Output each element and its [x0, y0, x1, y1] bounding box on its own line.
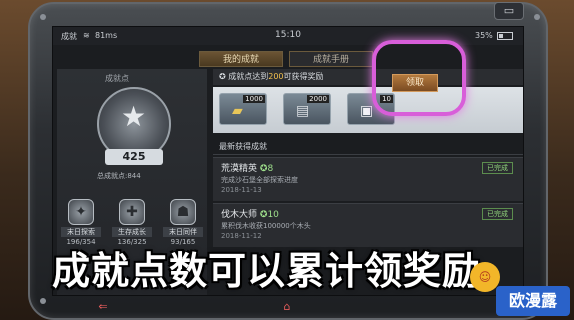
- screw-icon: [40, 298, 46, 304]
- reward-gold[interactable]: ▰ 1000: [219, 93, 267, 125]
- reward-cash[interactable]: ▤ 2000: [283, 93, 331, 125]
- achievement-name-line: 伐木大师 ✪10: [221, 207, 279, 220]
- reward-qty: 2000: [307, 95, 329, 103]
- reward-qty: 1000: [243, 95, 265, 103]
- screw-icon: [40, 14, 46, 20]
- battery-icon: [497, 32, 513, 40]
- status-latency: 81ms: [95, 31, 118, 40]
- status-time: 15:10: [275, 30, 301, 40]
- achievement-points: 10: [267, 210, 279, 220]
- points-score: 425: [105, 149, 163, 165]
- home-icon[interactable]: ⌂: [272, 300, 302, 314]
- achievement-name: 伐木大师: [221, 210, 258, 220]
- status-carrier: 成就: [61, 32, 77, 41]
- achievement-desc: 完成沙石堡全部探索进度: [221, 176, 298, 184]
- achievement-points: 8: [267, 164, 274, 174]
- achievement-date: 2018-11-12: [221, 232, 262, 240]
- people-icon: ☗: [170, 199, 196, 225]
- star-icon: ★: [121, 100, 147, 133]
- ticket-icon: ▣: [360, 103, 374, 119]
- achievement-status: 已完成: [482, 208, 513, 220]
- tab-achievement-handbook[interactable]: 成就手册: [289, 51, 373, 67]
- achievement-status: 已完成: [482, 162, 513, 174]
- compass-icon: ✦: [68, 199, 94, 225]
- badge-name: 末日探索: [61, 227, 101, 237]
- wrench-icon: ✚: [119, 199, 145, 225]
- achievement-name: 荒漠精英: [221, 164, 258, 174]
- status-battery-percent: 35%: [475, 31, 493, 40]
- highlight-circle: [372, 40, 466, 116]
- achievement-name-line: 荒漠精英 ✪8: [221, 161, 273, 174]
- back-arrow-icon[interactable]: ⇐: [88, 300, 118, 314]
- reward-header-suffix: 可获得奖励: [283, 72, 324, 81]
- achievement-desc: 累积伐木收获100000个木头: [221, 222, 311, 230]
- caption-overlay: 成就点数可以累计领奖励: [52, 249, 482, 293]
- total-points: 总成就点:844: [97, 172, 141, 180]
- tab-my-achievements[interactable]: 我的成就: [199, 51, 283, 67]
- watermark: 欧漫露: [496, 286, 570, 316]
- gold-bars-icon: ▰: [232, 103, 243, 119]
- achievement-date: 2018-11-13: [221, 186, 262, 194]
- reward-threshold: 200: [268, 72, 284, 81]
- medal-icon: ✪: [219, 72, 229, 81]
- cash-stack-icon: ▤: [296, 103, 310, 119]
- menu-toggle-icon[interactable]: ▭: [494, 2, 524, 20]
- points-title: 成就点: [105, 74, 129, 83]
- wifi-icon: ≋: [83, 31, 90, 40]
- recent-achievements-title: 最新获得成就: [213, 139, 523, 155]
- achievement-row[interactable]: 荒漠精英 ✪8 完成沙石堡全部探索进度 2018-11-13 已完成: [213, 157, 523, 201]
- reward-header: ✪ 成就点达到200可获得奖励: [213, 69, 523, 85]
- badge-name: 末日同伴: [163, 227, 203, 237]
- reward-header-prefix: 成就点达到: [228, 72, 269, 81]
- badge-name: 生存成长: [112, 227, 152, 237]
- reward-items: ▰ 1000 ▤ 2000 ▣ 10: [213, 87, 523, 133]
- screw-icon: [534, 14, 540, 20]
